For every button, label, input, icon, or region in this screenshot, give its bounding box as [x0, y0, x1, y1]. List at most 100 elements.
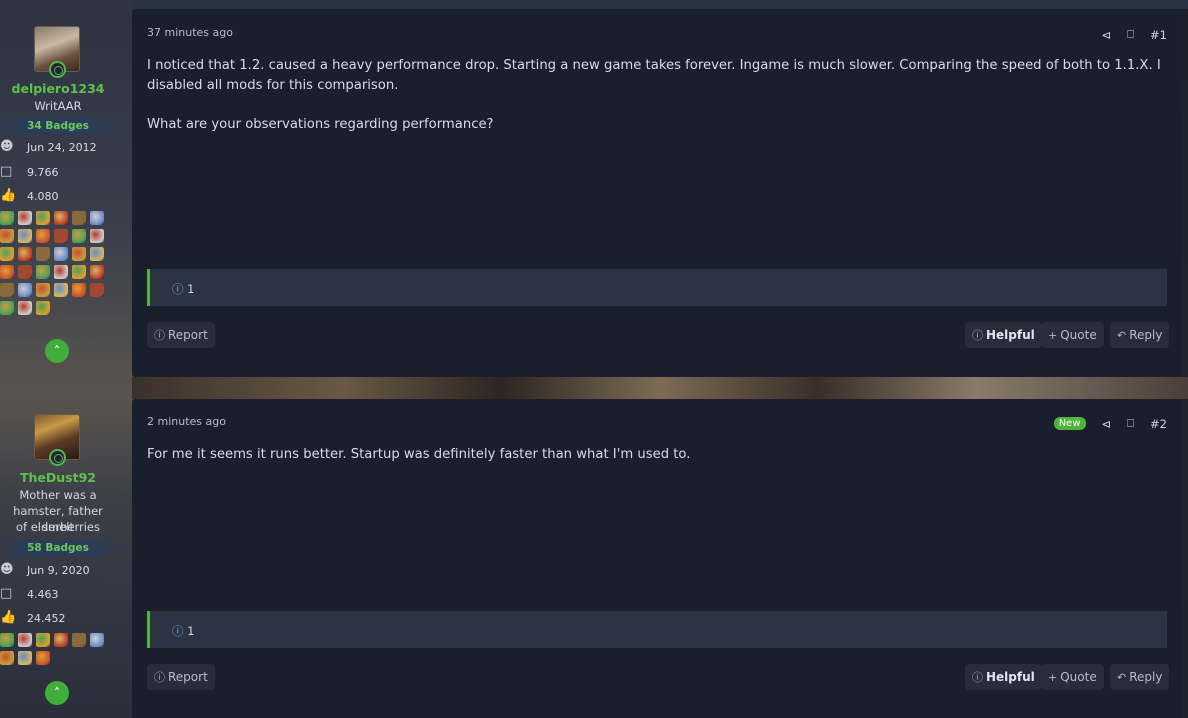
chevron-up-icon[interactable]: ˄ [45, 681, 69, 705]
trophy-icon[interactable] [72, 283, 86, 297]
trophy-icon[interactable] [54, 229, 68, 243]
badges-count[interactable]: 58 Badges [0, 540, 116, 556]
user-icon: ☻ [0, 139, 14, 154]
trophy-icon[interactable] [90, 229, 104, 243]
trophy-icon[interactable] [0, 301, 14, 315]
post-number[interactable]: #1 [1150, 28, 1167, 42]
trophy-icon[interactable] [54, 283, 68, 297]
trophy-icon[interactable] [18, 301, 32, 315]
reply-icon: ↶ [1117, 329, 1127, 342]
reactions-count: 24.452 [27, 612, 66, 625]
trophy-icon[interactable] [36, 265, 50, 279]
reactions-bar[interactable]: ⓘ 1 [147, 611, 1167, 648]
joined-date: Jun 9, 2020 [27, 564, 90, 577]
report-button[interactable]: ⓘ Report [147, 322, 215, 348]
reactions-bar[interactable]: ⓘ 1 [147, 269, 1167, 306]
joined-stat: ☻ Jun 24, 2012 [0, 139, 116, 157]
reactions-stat: 👍 4.080 [0, 188, 116, 206]
trophy-icon[interactable] [90, 283, 104, 297]
new-badge: New [1053, 417, 1086, 430]
reactions-count: 4.080 [27, 190, 59, 203]
trophy-icon[interactable] [0, 283, 14, 297]
username[interactable]: delpiero1234 [0, 81, 116, 96]
post-2: 2 minutes ago New ⊲ ⎕ #2 For me it seems… [132, 399, 1182, 718]
post-1: 37 minutes ago ⊲ ⎕ #1 I noticed that 1.2… [132, 9, 1182, 377]
trophy-icon[interactable] [18, 211, 32, 225]
trophy-icon[interactable] [18, 283, 32, 297]
report-button[interactable]: ⓘ Report [147, 664, 215, 690]
trophy-icon[interactable] [0, 651, 14, 665]
helpful-button[interactable]: ⓘ Helpful [965, 322, 1042, 348]
info-icon: ⓘ [172, 282, 184, 296]
plus-icon: + [1048, 329, 1058, 342]
trophy-list [0, 633, 118, 665]
reaction-summary[interactable]: ⓘ 1 [172, 281, 194, 297]
post-paragraph: What are your observations regarding per… [147, 117, 494, 132]
trophy-icon[interactable] [36, 301, 50, 315]
info-icon: ⓘ [972, 329, 983, 342]
trophy-icon[interactable] [90, 211, 104, 225]
post-timestamp[interactable]: 2 minutes ago [147, 415, 226, 428]
trophy-icon[interactable] [18, 229, 32, 243]
quote-button[interactable]: + Quote [1041, 322, 1104, 348]
reply-icon: ↶ [1117, 671, 1127, 684]
reaction-summary[interactable]: ⓘ 1 [172, 623, 194, 639]
trophy-icon[interactable] [72, 229, 86, 243]
comment-icon: □ [0, 586, 13, 601]
trophy-icon[interactable] [72, 633, 86, 647]
trophy-icon[interactable] [36, 247, 50, 261]
trophy-icon[interactable] [0, 229, 14, 243]
trophy-icon[interactable] [0, 633, 14, 647]
trophy-icon[interactable] [0, 211, 14, 225]
chevron-up-icon[interactable]: ˄ [45, 339, 69, 363]
user-title: WritAAR [34, 99, 82, 113]
trophy-icon[interactable] [0, 265, 14, 279]
bookmark-icon[interactable]: ⎕ [1127, 416, 1134, 431]
joined-stat: ☻ Jun 9, 2020 [0, 562, 116, 580]
messages-count: 4.463 [27, 588, 59, 601]
post-timestamp[interactable]: 37 minutes ago [147, 26, 233, 39]
user-title-line: Mother was a [19, 488, 97, 502]
trophy-icon[interactable] [90, 247, 104, 261]
reaction-count: 1 [187, 624, 195, 638]
reply-button[interactable]: ↶ Reply [1110, 664, 1170, 690]
trophy-icon[interactable] [36, 283, 50, 297]
trophy-icon[interactable] [72, 211, 86, 225]
trophy-icon[interactable] [36, 229, 50, 243]
reply-button[interactable]: ↶ Reply [1110, 322, 1170, 348]
username[interactable]: TheDust92 [0, 470, 116, 485]
trophy-icon[interactable] [18, 247, 32, 261]
trophy-icon[interactable] [90, 633, 104, 647]
trophy-icon[interactable] [72, 247, 86, 261]
trophy-icon[interactable] [36, 211, 50, 225]
reaction-count: 1 [187, 282, 195, 296]
badges-count[interactable]: 34 Badges [0, 118, 116, 134]
post-actions: ⊲ ⎕ #1 [1086, 27, 1168, 42]
trophy-icon[interactable] [18, 651, 32, 665]
plus-icon: + [1048, 671, 1058, 684]
share-icon[interactable]: ⊲ [1102, 417, 1112, 431]
post-body: I noticed that 1.2. caused a heavy perfo… [147, 56, 1169, 154]
helpful-button[interactable]: ⓘ Helpful [965, 664, 1042, 690]
trophy-icon[interactable] [54, 265, 68, 279]
trophy-icon[interactable] [54, 211, 68, 225]
bookmark-icon[interactable]: ⎕ [1127, 27, 1134, 42]
share-icon[interactable]: ⊲ [1102, 28, 1112, 42]
trophy-icon[interactable] [18, 265, 32, 279]
trophy-icon[interactable] [90, 265, 104, 279]
warning-icon: ⓘ [154, 329, 165, 342]
trophy-icon[interactable] [0, 247, 14, 261]
background-art-top [132, 0, 1188, 9]
trophy-icon[interactable] [18, 633, 32, 647]
post-number[interactable]: #2 [1150, 417, 1167, 431]
trophy-icon[interactable] [54, 633, 68, 647]
post-paragraph: I noticed that 1.2. caused a heavy perfo… [147, 58, 1161, 93]
quote-button[interactable]: + Quote [1041, 664, 1104, 690]
trophy-icon[interactable] [36, 633, 50, 647]
messages-stat: □ 4.463 [0, 586, 116, 604]
trophy-icon[interactable] [54, 247, 68, 261]
reactions-stat: 👍 24.452 [0, 610, 116, 628]
trophy-icon[interactable] [72, 265, 86, 279]
thumbs-up-icon: 👍 [0, 610, 17, 625]
trophy-icon[interactable] [36, 651, 50, 665]
